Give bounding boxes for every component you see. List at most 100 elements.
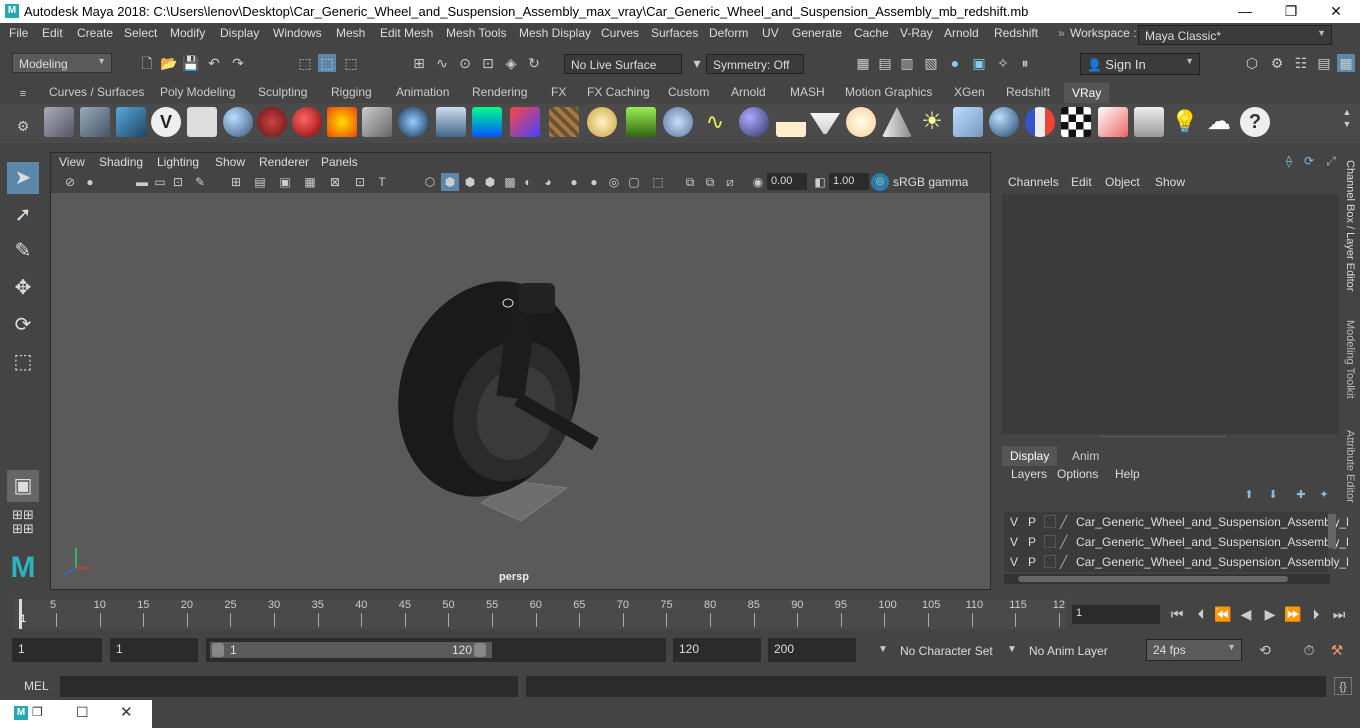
minimize-button[interactable]: — bbox=[1222, 0, 1268, 23]
exposure-icon[interactable]: ◉ bbox=[749, 173, 767, 191]
ipr-render-icon[interactable]: ▥ bbox=[898, 54, 916, 72]
layer-playback-toggle[interactable]: P bbox=[1028, 515, 1036, 529]
tab-vray[interactable]: VRay bbox=[1064, 83, 1110, 103]
character-set-label[interactable]: No Character Set bbox=[900, 644, 993, 658]
side-tab-channel-box[interactable]: Channel Box / Layer Editor bbox=[1344, 160, 1356, 291]
move-tool-icon[interactable]: ✥ bbox=[7, 272, 39, 304]
two-d-pan-zoom-icon[interactable]: ⊡ bbox=[169, 173, 187, 191]
layer-type-toggle[interactable] bbox=[1044, 535, 1056, 548]
new-scene-icon[interactable]: 🗋 bbox=[138, 54, 156, 72]
vray-fire-icon[interactable] bbox=[327, 107, 357, 137]
menu-mesh-display[interactable]: Mesh Display bbox=[519, 26, 591, 40]
render-setup-icon[interactable]: ▣ bbox=[970, 54, 988, 72]
isolate-select-icon[interactable]: ▢ bbox=[625, 173, 643, 191]
vray-fur-icon[interactable] bbox=[626, 107, 656, 137]
snap-curve-icon[interactable]: ∿ bbox=[433, 54, 451, 72]
layer-color-icon[interactable]: ╱ bbox=[1060, 535, 1067, 549]
menu-redshift[interactable]: Redshift bbox=[994, 26, 1038, 40]
side-tab-modeling-toolkit[interactable]: Modeling Toolkit bbox=[1344, 320, 1356, 399]
go-to-end-icon[interactable]: ⏭ bbox=[1330, 605, 1348, 623]
vray-settings-icon[interactable] bbox=[1134, 107, 1164, 137]
menu-uv[interactable]: UV bbox=[762, 26, 779, 40]
depth-of-field-icon[interactable]: ◎ bbox=[605, 173, 623, 191]
menu-surfaces[interactable]: Surfaces bbox=[651, 26, 698, 40]
gamma-icon[interactable]: ◧ bbox=[811, 173, 829, 191]
xray-icon[interactable]: ⬚ bbox=[649, 173, 667, 191]
shelf-settings-icon[interactable]: ⚙ bbox=[14, 117, 32, 135]
channelbox-refresh-icon[interactable]: ⟳ bbox=[1300, 152, 1318, 170]
perspective-viewport[interactable]: persp bbox=[51, 193, 990, 589]
chevron-down-icon[interactable]: ▼ bbox=[1003, 641, 1021, 659]
viewport-menu-panels[interactable]: Panels bbox=[321, 155, 358, 169]
render-frame-icon[interactable]: ▤ bbox=[876, 54, 894, 72]
vray-frame-buffer-icon[interactable] bbox=[187, 107, 217, 137]
sign-in-button[interactable]: 👤 Sign In ▼ bbox=[1080, 53, 1200, 75]
vray-color-sphere-icon[interactable] bbox=[1025, 107, 1055, 137]
shelf-scroll-down-icon[interactable]: ▼ bbox=[1338, 115, 1356, 133]
range-start-handle[interactable] bbox=[212, 643, 224, 657]
snap-surface-icon[interactable]: ◈ bbox=[502, 54, 520, 72]
resolution-gate-icon[interactable]: ▣ bbox=[276, 173, 294, 191]
pause-render-icon[interactable]: ⏸ bbox=[1016, 54, 1034, 72]
vray-environment-icon[interactable] bbox=[472, 107, 502, 137]
restore-icon[interactable]: ❐ bbox=[32, 705, 43, 719]
vray-dome-icon[interactable] bbox=[739, 107, 769, 137]
vray-texture-icon[interactable] bbox=[549, 107, 579, 137]
maximize-button[interactable]: ❐ bbox=[1268, 0, 1314, 23]
layout-toggle-icon[interactable]: ▦ bbox=[1337, 54, 1355, 72]
minimized-window[interactable]: M ❐ ☐ ✕ bbox=[0, 700, 152, 728]
mel-label[interactable]: MEL bbox=[24, 679, 49, 693]
menu-overflow-icon[interactable]: » bbox=[1058, 26, 1065, 40]
step-forward-key-icon[interactable]: ⏩ bbox=[1284, 605, 1302, 623]
vray-ies-light-icon[interactable] bbox=[436, 107, 466, 137]
textured-icon[interactable]: ⬢ bbox=[481, 173, 499, 191]
wireframe-on-shaded-icon[interactable]: ⬢ bbox=[461, 173, 479, 191]
go-to-start-icon[interactable]: ⏮ bbox=[1168, 605, 1186, 623]
live-surface-field[interactable]: No Live Surface bbox=[564, 54, 682, 74]
shadows-icon[interactable]: ◐ bbox=[519, 173, 537, 191]
snap-view-icon[interactable]: ⊡ bbox=[479, 54, 497, 72]
play-backwards-icon[interactable]: ◀ bbox=[1237, 605, 1255, 623]
snap-grid-icon[interactable]: ⊞ bbox=[410, 54, 428, 72]
menu-curves[interactable]: Curves bbox=[601, 26, 639, 40]
tab-animation[interactable]: Animation bbox=[396, 85, 449, 99]
layer-playback-toggle[interactable]: P bbox=[1028, 535, 1036, 549]
layer-color-icon[interactable]: ╱ bbox=[1060, 515, 1067, 529]
side-tab-attribute-editor[interactable]: Attribute Editor bbox=[1344, 430, 1356, 503]
safe-title-icon[interactable]: T bbox=[373, 173, 391, 191]
play-forwards-icon[interactable]: ▶ bbox=[1261, 605, 1279, 623]
viewport-menu-shading[interactable]: Shading bbox=[99, 155, 143, 169]
vray-sun-sphere-icon[interactable] bbox=[587, 107, 617, 137]
panel-splitter[interactable] bbox=[1100, 436, 1225, 439]
move-layer-down-icon[interactable]: ⬇ bbox=[1264, 486, 1282, 504]
menu-select[interactable]: Select bbox=[124, 26, 157, 40]
layer-visibility-toggle[interactable]: V bbox=[1010, 555, 1018, 569]
vray-sphere-icon[interactable] bbox=[292, 107, 322, 137]
motion-blur-icon[interactable]: ● bbox=[565, 173, 583, 191]
step-back-frame-icon[interactable]: ⏴ bbox=[1192, 605, 1210, 623]
menu-mesh-tools[interactable]: Mesh Tools bbox=[446, 26, 506, 40]
vray-material-icon[interactable] bbox=[223, 107, 253, 137]
shelf-menu-icon[interactable]: ≡ bbox=[14, 85, 32, 103]
color-space-label[interactable]: sRGB gamma bbox=[893, 175, 968, 189]
layer-type-toggle[interactable] bbox=[1044, 555, 1056, 568]
attribute-editor-icon[interactable]: ⚙ bbox=[1268, 54, 1286, 72]
loop-icon[interactable]: ⟲ bbox=[1256, 641, 1274, 659]
layer-color-icon[interactable]: ╱ bbox=[1060, 555, 1067, 569]
end-time-field[interactable]: 200 bbox=[768, 638, 856, 662]
image-plane-icon[interactable]: ▭ bbox=[151, 173, 169, 191]
grid-icon[interactable]: ⊞ bbox=[227, 173, 245, 191]
tab-display[interactable]: Display bbox=[1002, 446, 1058, 466]
layer-name[interactable]: Car_Generic_Wheel_and_Suspension_Assembl… bbox=[1076, 515, 1349, 529]
layer-visibility-toggle[interactable]: V bbox=[1010, 515, 1018, 529]
layers-menu-layers[interactable]: Layers bbox=[1011, 467, 1047, 481]
layer-type-toggle[interactable] bbox=[1044, 515, 1056, 528]
tab-anim[interactable]: Anim bbox=[1072, 449, 1099, 463]
tab-rendering[interactable]: Rendering bbox=[472, 85, 527, 99]
channelbox-menu-object[interactable]: Object bbox=[1105, 175, 1140, 189]
single-view-layout-icon[interactable]: ▣ bbox=[7, 470, 39, 502]
new-layer-icon[interactable]: ✚ bbox=[1292, 486, 1310, 504]
wireframe-icon[interactable]: ⬡ bbox=[421, 173, 439, 191]
layer-vertical-scrollbar[interactable] bbox=[1328, 514, 1336, 548]
layer-row[interactable]: V P ╱ Car_Generic_Wheel_and_Suspension_A… bbox=[1004, 532, 1349, 552]
